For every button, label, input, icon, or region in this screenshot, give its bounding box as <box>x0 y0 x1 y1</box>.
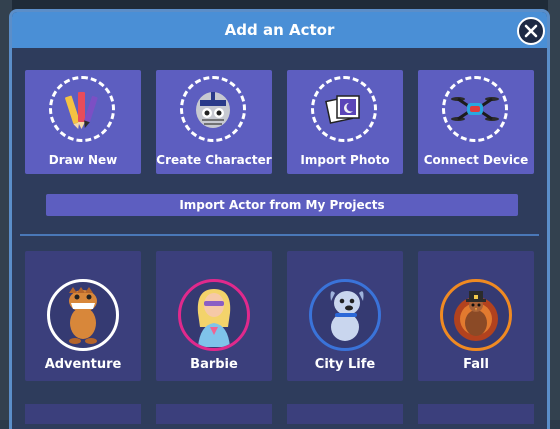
drone-icon <box>442 76 508 142</box>
add-actor-dialog: Add an Actor Draw New Create Character I… <box>9 9 550 429</box>
actor-source-options: Draw New Create Character Import Photo C… <box>25 67 537 187</box>
turkey-icon <box>440 279 512 351</box>
import-photo-label: Import Photo <box>300 153 390 167</box>
theme-city-life[interactable]: City Life <box>287 251 403 381</box>
draw-new-label: Draw New <box>48 153 118 167</box>
create-character-label: Create Character <box>156 153 272 167</box>
import-photo-button[interactable]: Import Photo <box>287 70 403 174</box>
section-divider <box>20 234 539 236</box>
theme-gallery: Adventure Barbie City Life Fall <box>25 251 537 391</box>
close-icon <box>524 24 538 38</box>
theme-gallery-next-row <box>25 404 537 424</box>
dog-icon <box>309 279 381 351</box>
pencil-brushes-icon <box>49 76 115 142</box>
create-character-button[interactable]: Create Character <box>156 70 272 174</box>
connect-device-label: Connect Device <box>423 153 529 167</box>
photos-icon <box>311 76 377 142</box>
theme-barbie-label: Barbie <box>190 357 238 372</box>
connect-device-button[interactable]: Connect Device <box>418 70 534 174</box>
close-button[interactable] <box>517 17 545 45</box>
draw-new-button[interactable]: Draw New <box>25 70 141 174</box>
theme-tile-partial[interactable] <box>25 404 141 424</box>
dinosaur-icon <box>47 279 119 351</box>
theme-adventure[interactable]: Adventure <box>25 251 141 381</box>
theme-fall-label: Fall <box>463 357 489 372</box>
theme-tile-partial[interactable] <box>156 404 272 424</box>
theme-tile-partial[interactable] <box>418 404 534 424</box>
dialog-header: Add an Actor <box>12 12 547 48</box>
dialog-title: Add an Actor <box>224 21 335 39</box>
theme-adventure-label: Adventure <box>44 357 122 372</box>
theme-city-life-label: City Life <box>314 357 376 372</box>
import-from-projects-button[interactable]: Import Actor from My Projects <box>46 194 518 216</box>
barbie-icon <box>178 279 250 351</box>
football-character-icon <box>180 76 246 142</box>
theme-tile-partial[interactable] <box>287 404 403 424</box>
theme-barbie[interactable]: Barbie <box>156 251 272 381</box>
theme-fall[interactable]: Fall <box>418 251 534 381</box>
